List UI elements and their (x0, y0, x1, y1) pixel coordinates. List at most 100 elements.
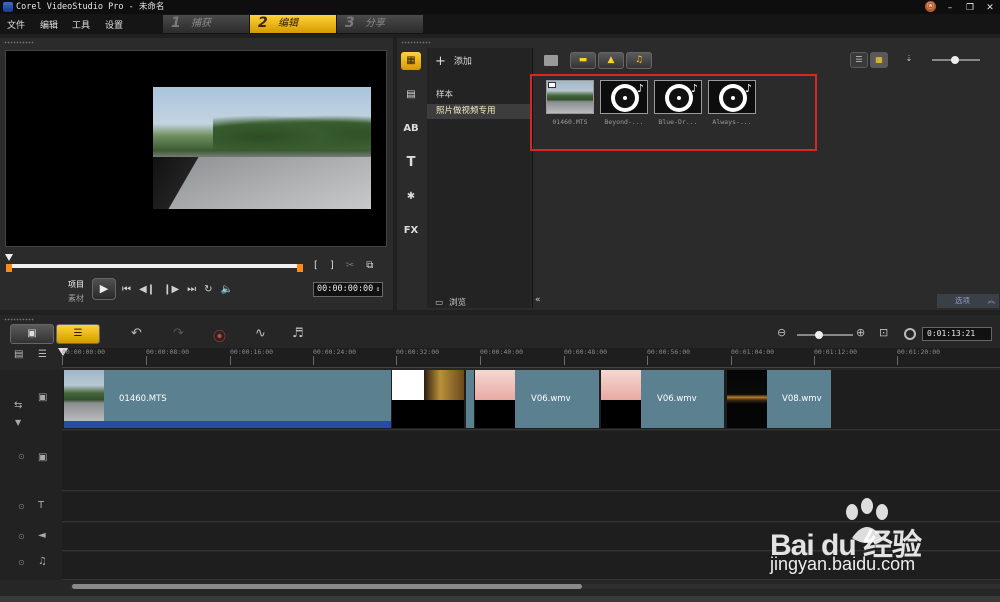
fit-project-icon[interactable]: ⊡ (879, 326, 888, 339)
mode-clip[interactable]: 素材 (68, 293, 84, 304)
preview-timecode[interactable]: 00:00:00:00 ⇕ (313, 282, 383, 297)
end-icon[interactable]: ⏭ (187, 284, 196, 295)
mark-out-button[interactable]: ] (330, 260, 334, 271)
transport-controls: ⏮ ◀❙ ❙▶ ⏭ ↻ 🔈 (122, 284, 233, 295)
instant-project-icon[interactable]: ▤ (401, 86, 421, 104)
help-icon[interactable]: ⓦ (925, 1, 936, 12)
undo-icon[interactable]: ↶ (131, 326, 142, 341)
voice-track[interactable] (62, 523, 1000, 551)
previous-frame-icon[interactable]: ◀❙ (139, 284, 155, 295)
split-icon[interactable]: ✂ (346, 260, 354, 271)
minimize-button[interactable]: – (944, 1, 956, 15)
slider-knob[interactable] (951, 56, 959, 64)
timeline-view-button[interactable]: ☰ (56, 324, 100, 344)
record-capture-icon[interactable]: ⦿ (213, 326, 226, 345)
menu-file[interactable]: 文件 (7, 18, 25, 31)
video-track[interactable]: 01460.MTS V06.wmv V06.wmv V08.wmv (62, 370, 1000, 430)
timecode-spinner-icon[interactable]: ⇕ (376, 283, 380, 296)
music-track[interactable] (62, 552, 1000, 580)
next-frame-icon[interactable]: ❙▶ (163, 284, 179, 295)
panel-grip[interactable] (401, 41, 431, 44)
menu-settings[interactable]: 设置 (105, 18, 123, 31)
music-track-icon: ♫ (38, 556, 47, 567)
timeline-toolbar: ▣ ☰ ↶ ↷ ⦿ ∿ ♬ ⊖ ⊕ ⊡ 0:01:13:21 (0, 323, 1000, 345)
timeline-clip[interactable]: V08.wmv (727, 370, 831, 428)
show-audio-button[interactable]: ♫ (626, 52, 652, 69)
thumbnail-view-button[interactable]: ▦ (870, 52, 888, 68)
graphic-icon[interactable]: ✱ (401, 188, 421, 206)
panel-grip[interactable] (4, 318, 34, 321)
lock-icon[interactable]: ⊙ (18, 532, 25, 541)
timeline-clip[interactable]: 01460.MTS (64, 370, 391, 428)
ruler-label: 00:00:00:00 (62, 348, 106, 356)
step-share[interactable]: 3 分享 (337, 15, 423, 33)
add-folder-button[interactable]: + 添加 (435, 54, 472, 69)
timeline-clip-gap[interactable] (466, 370, 474, 428)
trim-start-handle[interactable] (6, 264, 12, 272)
browse-button[interactable]: ▭ 浏览 (435, 296, 466, 308)
auto-music-icon[interactable]: ♬ (292, 326, 304, 341)
storyboard-view-button[interactable]: ▣ (10, 324, 54, 344)
restore-button[interactable]: ❐ (964, 1, 976, 15)
ruler-label: 00:00:56:00 (647, 348, 691, 356)
timeline-zoom-slider[interactable] (797, 331, 853, 339)
close-button[interactable]: ✕ (984, 1, 996, 15)
media-icon[interactable]: ▦ (401, 52, 421, 70)
transition-clip[interactable] (424, 370, 464, 428)
folder-samples[interactable]: 样本 (427, 88, 531, 103)
panel-grip[interactable] (4, 41, 34, 44)
scrollbar-thumb[interactable] (72, 584, 582, 589)
preview-scrubber[interactable] (9, 264, 301, 268)
step-capture[interactable]: 1 捕获 (163, 15, 249, 33)
mode-project[interactable]: 项目 (68, 279, 84, 290)
folder-icon[interactable] (544, 55, 558, 66)
menu-edit[interactable]: 编辑 (40, 18, 58, 31)
sort-icon[interactable]: ⇣ (900, 52, 918, 68)
timeline-clip[interactable]: V06.wmv (601, 370, 724, 428)
options-tab[interactable]: 选项 ︽ (937, 294, 999, 308)
menu-tools[interactable]: 工具 (72, 18, 90, 31)
trim-end-handle[interactable] (297, 264, 303, 272)
enlarge-icon[interactable]: ⧉ (366, 260, 373, 271)
window-controls: ⓦ – ❐ ✕ (925, 1, 996, 15)
redo-icon[interactable]: ↷ (173, 326, 184, 341)
transition-frame (424, 370, 464, 400)
mark-in-button[interactable]: [ (314, 260, 318, 271)
lock-icon[interactable]: ⊙ (18, 502, 25, 511)
lock-icon[interactable]: ⊙ (18, 558, 25, 567)
show-video-button[interactable]: ▬ (570, 52, 596, 69)
slider-knob[interactable] (815, 331, 823, 339)
track-manager-icon[interactable]: ▤ (14, 349, 23, 360)
list-view-button[interactable]: ☰ (850, 52, 868, 68)
show-photo-button[interactable]: ▲ (598, 52, 624, 69)
step-edit[interactable]: 2 编辑 (250, 15, 336, 33)
play-button[interactable]: ▶ (92, 278, 116, 300)
thumbnail-size-slider[interactable] (932, 56, 980, 64)
volume-icon[interactable]: 🔈 (221, 284, 233, 295)
transition-frame (392, 370, 424, 400)
ruler-tick (731, 356, 732, 365)
overlay-track[interactable] (62, 431, 1000, 491)
timeline-clip[interactable]: V06.wmv (475, 370, 599, 428)
timeline-ruler[interactable]: 00:00:00:00 00:00:08:00 00:00:16:00 00:0… (58, 348, 1000, 368)
folder-photo-video[interactable]: 照片做视频专用 (427, 104, 531, 119)
sound-mixer-icon[interactable]: ∿ (255, 326, 266, 341)
collapse-folders-icon[interactable]: « (535, 295, 541, 305)
home-icon[interactable]: ⏮ (122, 284, 131, 295)
title-icon[interactable]: T (401, 154, 421, 172)
transition-icon[interactable]: AB (401, 120, 421, 138)
lock-icon[interactable]: ⊙ (18, 452, 25, 461)
transition-clip[interactable] (392, 370, 424, 428)
repeat-icon[interactable]: ↻ (204, 284, 212, 295)
chapter-cue-icon[interactable]: ☰ (38, 349, 47, 360)
filter-fx-icon[interactable]: FX (401, 222, 421, 240)
ripple-dropdown-icon[interactable]: ▼ (15, 418, 21, 427)
ruler-tick (313, 356, 314, 365)
zoom-in-icon[interactable]: ⊕ (856, 326, 865, 339)
timeline-scrollbar[interactable] (62, 583, 1000, 591)
zoom-out-icon[interactable]: ⊖ (777, 326, 786, 339)
scrubber-playhead[interactable] (5, 254, 13, 261)
ruler-tick (480, 356, 481, 365)
ripple-edit-icon[interactable]: ⇆ (14, 400, 22, 411)
title-track[interactable] (62, 492, 1000, 522)
